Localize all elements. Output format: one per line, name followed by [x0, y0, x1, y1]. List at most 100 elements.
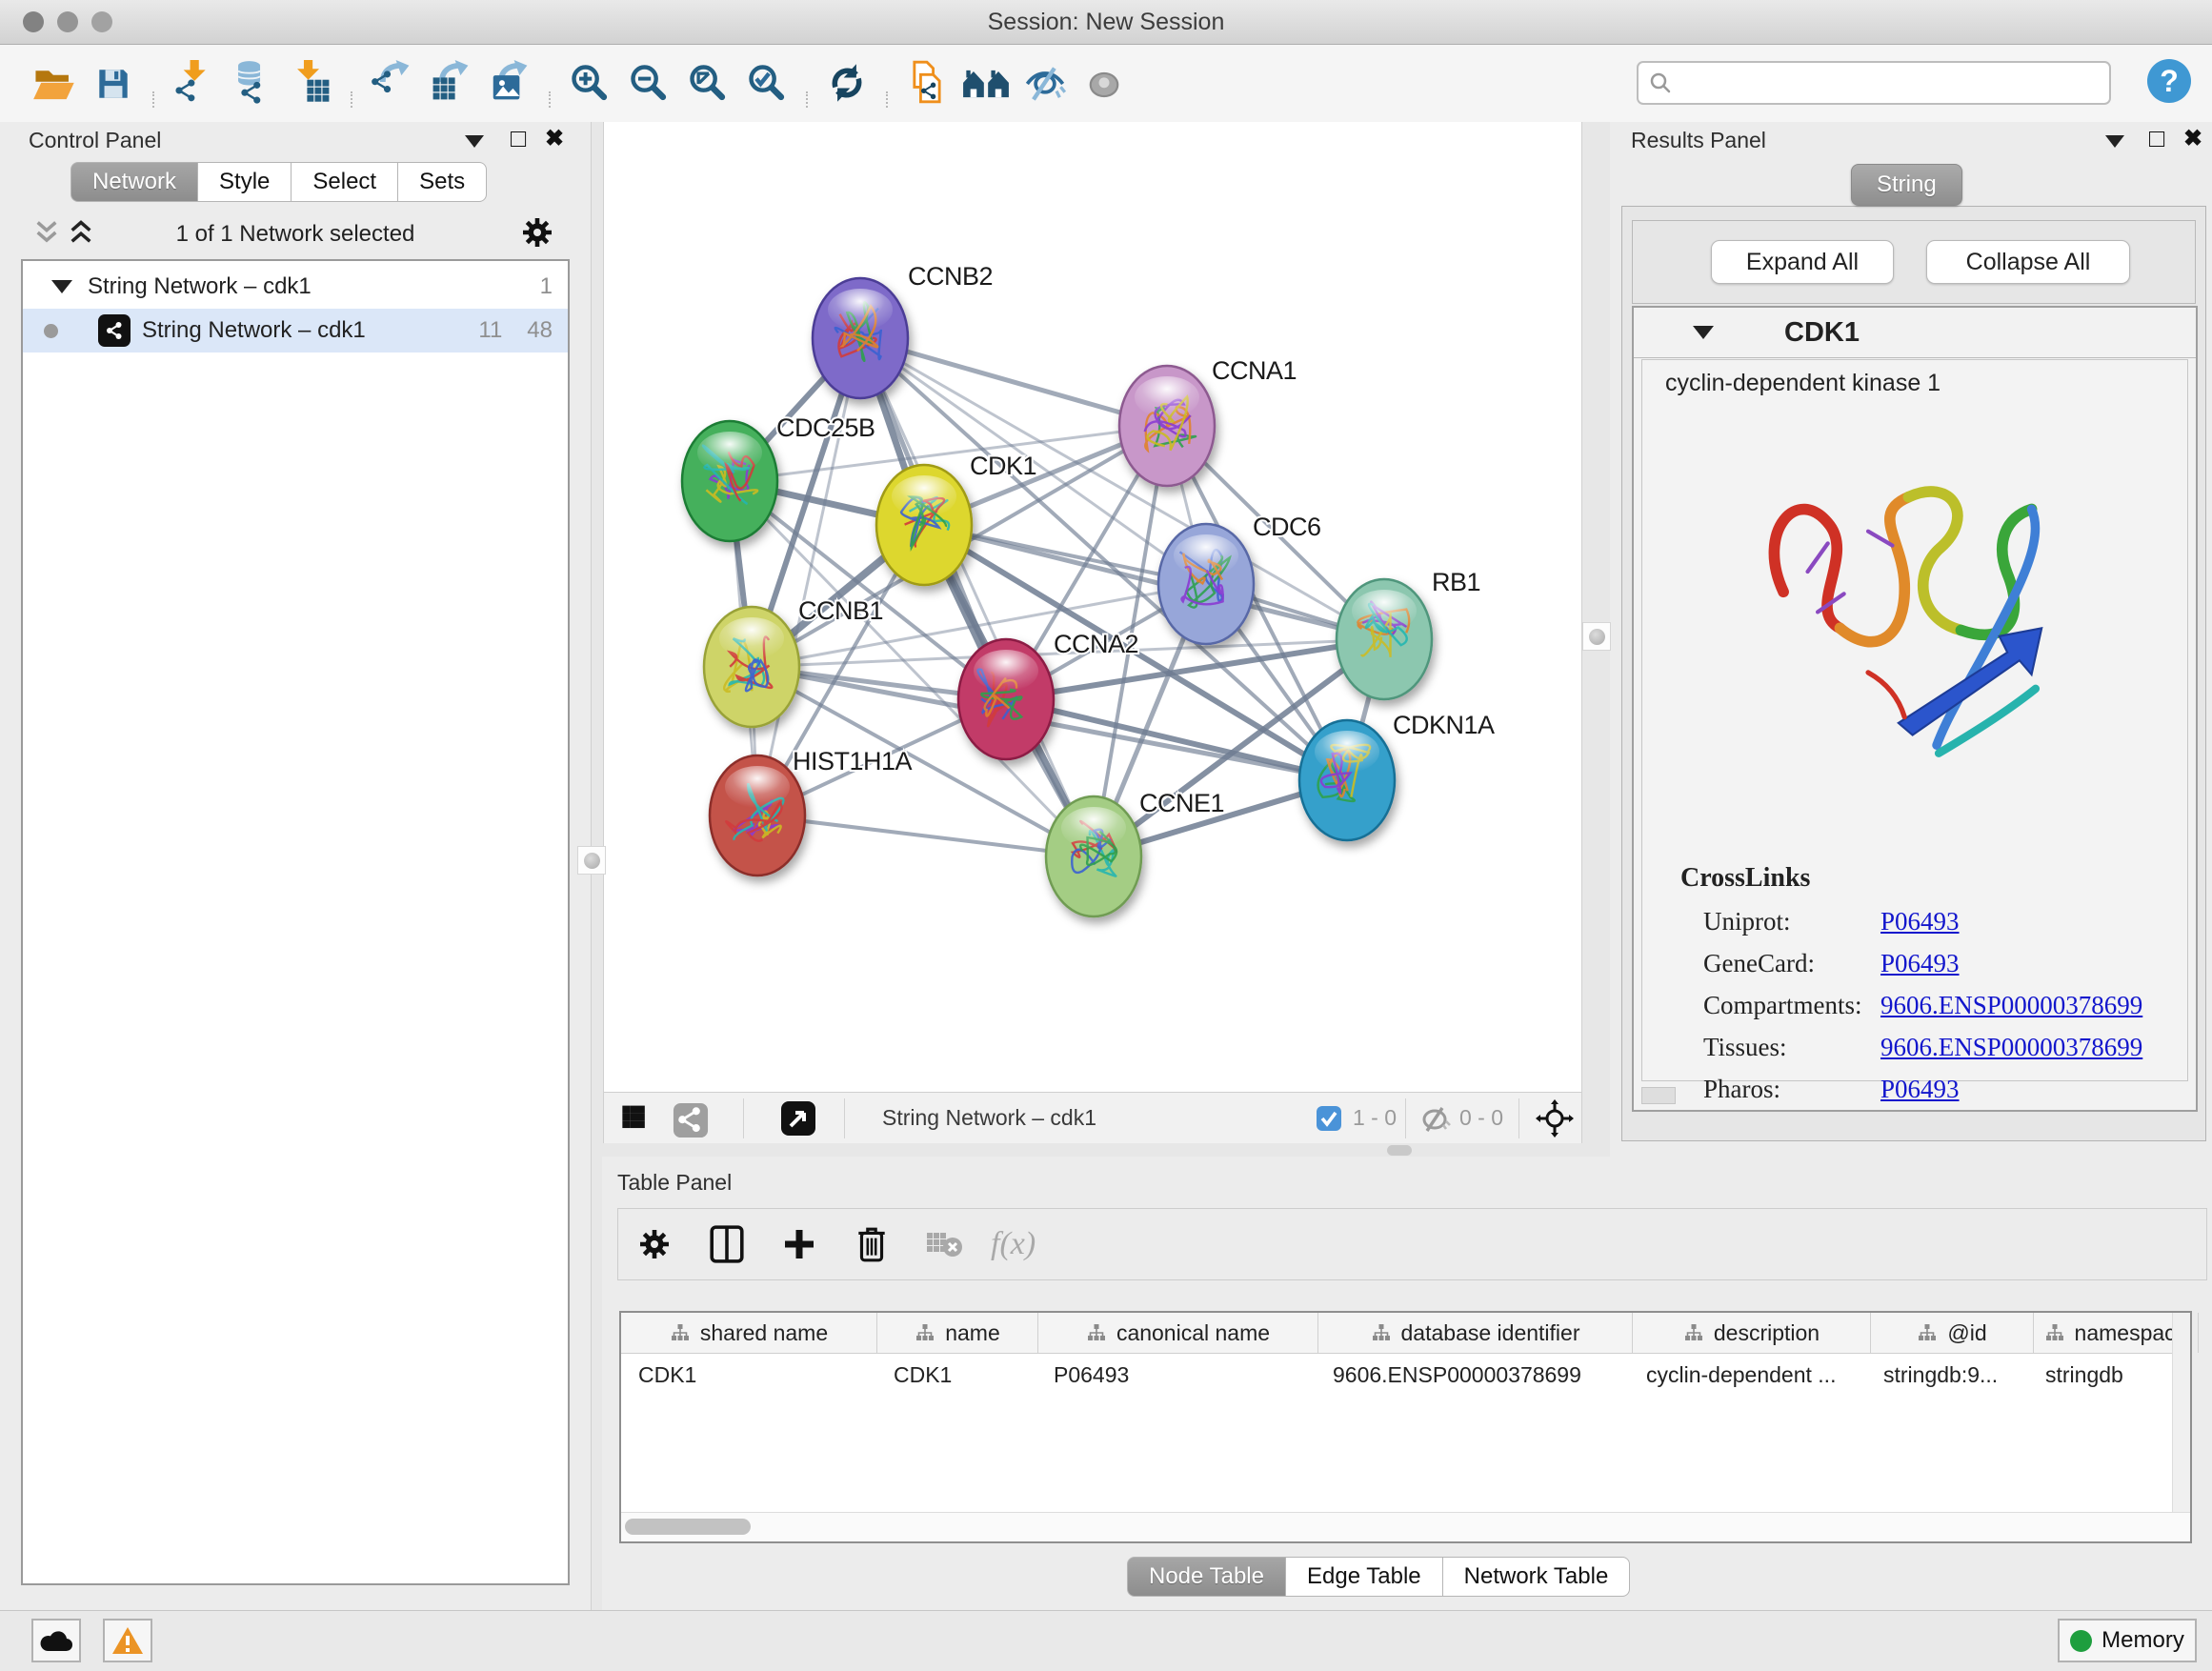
gear-icon[interactable]	[520, 215, 554, 250]
network-canvas[interactable]: CCNB2CCNA1CDC25BCDK1CDC6RB1CCNB1CCNA2CDK…	[602, 122, 1581, 1092]
horizontal-splitter-handle[interactable]	[1387, 1145, 1412, 1156]
node-CDK1[interactable]	[876, 465, 972, 585]
collapse-collection-icon[interactable]	[51, 280, 72, 293]
node-label-CCNE1: CCNE1	[1139, 789, 1224, 817]
memory-button[interactable]: Memory	[2058, 1619, 2197, 1662]
save-session-icon[interactable]	[84, 54, 143, 113]
column-header-description[interactable]: description	[1633, 1313, 1871, 1353]
tab-style[interactable]: Style	[198, 162, 292, 202]
hide-graphics-icon[interactable]	[1016, 54, 1075, 113]
show-graphics-details-icon[interactable]	[1075, 55, 1134, 114]
column-header-shared-name[interactable]: shared name	[621, 1313, 877, 1353]
open-in-new-window-icon[interactable]	[781, 1101, 815, 1136]
table-toolbar: f(x)	[617, 1208, 2207, 1280]
tab-string[interactable]: String	[1851, 164, 1962, 206]
gene-card-header[interactable]: CDK1	[1634, 308, 2196, 358]
birds-eye-view-icon[interactable]	[619, 1102, 655, 1135]
selected-nodes-checkbox[interactable]	[1316, 1105, 1342, 1132]
create-column-icon[interactable]	[763, 1215, 835, 1274]
delete-columns-icon[interactable]	[835, 1215, 908, 1274]
panel-menu-icon[interactable]	[465, 135, 484, 148]
fit-selected-icon[interactable]	[1536, 1099, 1574, 1137]
collapse-all-button[interactable]: Collapse All	[1926, 240, 2130, 284]
crosslink-link[interactable]: P06493	[1880, 1075, 1960, 1104]
node-CDC25B[interactable]	[682, 421, 777, 541]
open-session-icon[interactable]	[25, 54, 84, 113]
cloud-status-button[interactable]	[31, 1619, 81, 1662]
close-panel-icon[interactable]: ✖	[545, 125, 564, 152]
expand-all-button[interactable]: Expand All	[1711, 240, 1894, 284]
network-status-dot	[44, 324, 58, 338]
node-CCNB1[interactable]	[704, 607, 799, 727]
node-CCNE1[interactable]	[1046, 796, 1141, 916]
node-RB1[interactable]	[1337, 579, 1432, 699]
column-header-canonical-name[interactable]: canonical name	[1038, 1313, 1318, 1353]
tab-edge-table[interactable]: Edge Table	[1286, 1557, 1443, 1597]
crosslink-label: GeneCard:	[1703, 949, 1815, 978]
node-CCNA1[interactable]	[1119, 366, 1215, 486]
crosslink-link[interactable]: P06493	[1880, 907, 1960, 936]
tab-sets[interactable]: Sets	[398, 162, 487, 202]
tab-node-table[interactable]: Node Table	[1127, 1557, 1286, 1597]
refresh-icon[interactable]	[817, 53, 876, 112]
gene-description: cyclin-dependent kinase 1	[1665, 370, 1941, 397]
tab-select[interactable]: Select	[292, 162, 398, 202]
tab-network-table[interactable]: Network Table	[1443, 1557, 1631, 1597]
search-input[interactable]	[1673, 66, 2109, 100]
show-home-icon[interactable]	[956, 54, 1016, 113]
network-graph[interactable]: CCNB2CCNA1CDC25BCDK1CDC6RB1CCNB1CCNA2CDK…	[602, 122, 1581, 1092]
warnings-button[interactable]	[103, 1619, 152, 1662]
new-network-from-selection-icon[interactable]	[897, 52, 956, 111]
crosslink-link[interactable]: P06493	[1880, 949, 1960, 978]
toolbar-separator	[351, 91, 352, 108]
network-row[interactable]: String Network – cdk1 11 48	[23, 309, 568, 352]
zoom-in-icon[interactable]	[560, 53, 619, 112]
node-HIST1H1A[interactable]	[710, 755, 805, 876]
import-network-from-file-icon[interactable]	[164, 52, 223, 111]
crosslink-link[interactable]: 9606.ENSP00000378699	[1880, 1033, 2142, 1062]
panel-menu-icon[interactable]	[2105, 135, 2124, 148]
table-options-gear-icon[interactable]	[618, 1215, 691, 1274]
hidden-eye-icon[interactable]	[1418, 1106, 1452, 1133]
memory-status-dot	[2070, 1630, 2092, 1652]
import-network-from-database-icon[interactable]	[223, 52, 282, 111]
table-cell: stringdb:9...	[1866, 1362, 2028, 1388]
export-image-icon[interactable]	[480, 52, 539, 111]
node-CCNA2[interactable]	[958, 639, 1054, 759]
column-header-id[interactable]: @id	[1871, 1313, 2034, 1353]
import-table-from-file-icon[interactable]	[282, 52, 341, 111]
edge-CCNB2-CCNE1[interactable]	[860, 338, 1094, 856]
edge-CCNE1-HIST1H1A[interactable]	[757, 815, 1094, 856]
collection-name: String Network – cdk1	[88, 273, 312, 300]
table-horizontal-scrollbar[interactable]	[621, 1512, 2190, 1541]
node-CDC6[interactable]	[1158, 524, 1254, 644]
node-CDKN1A[interactable]	[1299, 720, 1395, 840]
table-row[interactable]: CDK1CDK1P064939606.ENSP00000378699cyclin…	[621, 1354, 2190, 1396]
zoom-fit-content-icon[interactable]	[678, 53, 737, 112]
close-panel-icon[interactable]: ✖	[2183, 125, 2202, 152]
left-splitter-handle[interactable]	[577, 846, 606, 875]
float-panel-icon[interactable]: □	[2149, 124, 2164, 153]
help-button[interactable]: ?	[2147, 59, 2191, 103]
show-columns-icon[interactable]	[691, 1215, 763, 1274]
card-scrollbar[interactable]	[1641, 1087, 1676, 1104]
crosslink-link[interactable]: 9606.ENSP00000378699	[1880, 991, 2142, 1020]
float-panel-icon[interactable]: □	[511, 124, 526, 153]
export-table-icon[interactable]	[421, 52, 480, 111]
network-overview-icon[interactable]	[673, 1102, 709, 1138]
table-vertical-scrollbar[interactable]	[2172, 1313, 2190, 1541]
scrollbar-thumb[interactable]	[625, 1519, 751, 1535]
zoom-out-icon[interactable]	[619, 53, 678, 112]
zoom-selected-icon[interactable]	[737, 53, 796, 112]
edge-CCNB2-HIST1H1A[interactable]	[757, 338, 860, 815]
network-collection-row[interactable]: String Network – cdk1 1	[23, 265, 568, 309]
network-node-count: 11	[478, 317, 502, 344]
column-header-database-identifier[interactable]: database identifier	[1318, 1313, 1633, 1353]
tab-network[interactable]: Network	[70, 162, 198, 202]
collapse-entry-icon[interactable]	[1693, 326, 1714, 339]
node-CCNB2[interactable]	[813, 278, 908, 398]
column-header-name[interactable]: name	[877, 1313, 1038, 1353]
export-network-icon[interactable]	[362, 52, 421, 111]
right-splitter-handle[interactable]	[1582, 622, 1611, 651]
node-label-CDC6: CDC6	[1253, 513, 1321, 541]
